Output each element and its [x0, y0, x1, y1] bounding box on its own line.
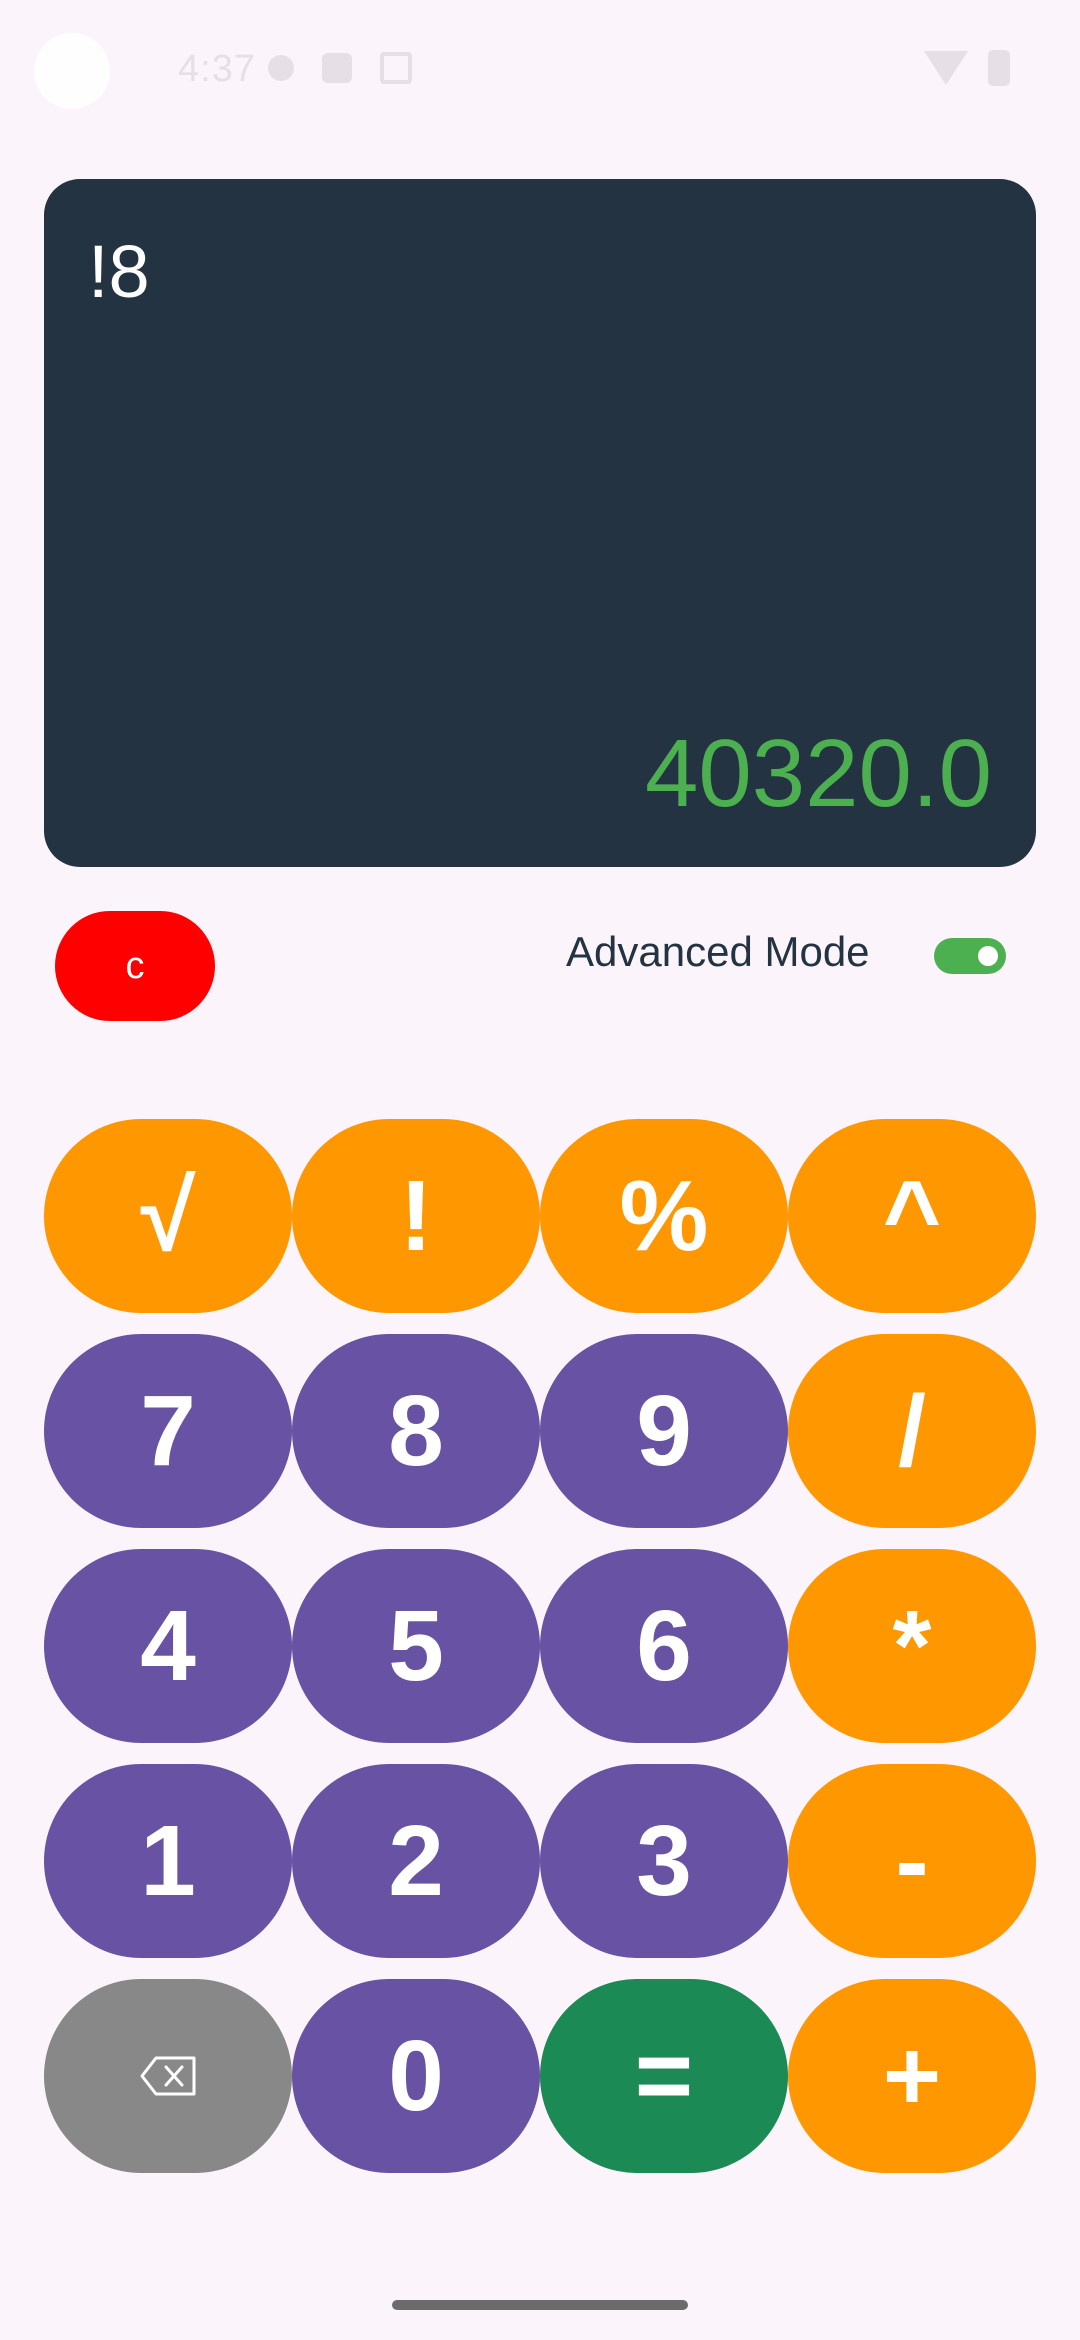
divide-key[interactable]: / [788, 1334, 1036, 1528]
notification-icon [268, 55, 294, 81]
multiply-key[interactable]: * [788, 1549, 1036, 1743]
power-key[interactable]: ^ [788, 1119, 1036, 1313]
factorial-key[interactable]: ! [292, 1119, 540, 1313]
equals-key[interactable]: = [540, 1979, 788, 2173]
advanced-mode-toggle[interactable] [934, 938, 1006, 974]
status-bar: 4:37 [0, 0, 1080, 140]
toggle-knob [978, 946, 998, 966]
calculator-display: !8 40320.0 [44, 179, 1036, 867]
status-icons-right [924, 50, 1010, 86]
sim-icon [322, 53, 352, 83]
camera-cutout [34, 33, 110, 109]
status-icons-left [268, 52, 412, 84]
plus-key[interactable]: + [788, 1979, 1036, 2173]
sqrt-key[interactable]: √ [44, 1119, 292, 1313]
digit-0-key[interactable]: 0 [292, 1979, 540, 2173]
digit-4-key[interactable]: 4 [44, 1549, 292, 1743]
clear-button[interactable]: c [55, 911, 215, 1021]
digit-3-key[interactable]: 3 [540, 1764, 788, 1958]
digit-9-key[interactable]: 9 [540, 1334, 788, 1528]
backspace-icon [140, 2056, 196, 2096]
wifi-icon [924, 51, 968, 85]
screenshot-icon [380, 52, 412, 84]
percent-key[interactable]: % [540, 1119, 788, 1313]
expression-text: !8 [88, 230, 150, 313]
digit-1-key[interactable]: 1 [44, 1764, 292, 1958]
digit-7-key[interactable]: 7 [44, 1334, 292, 1528]
result-text: 40320.0 [644, 720, 992, 827]
advanced-mode-label: Advanced Mode [566, 928, 870, 975]
minus-key[interactable]: - [788, 1764, 1036, 1958]
keypad: √ ! % ^ 7 8 9 / 4 5 6 * 1 2 3 - 0 = + [44, 1119, 1036, 2173]
digit-5-key[interactable]: 5 [292, 1549, 540, 1743]
backspace-key[interactable] [44, 1979, 292, 2173]
battery-icon [988, 50, 1010, 86]
digit-8-key[interactable]: 8 [292, 1334, 540, 1528]
digit-6-key[interactable]: 6 [540, 1549, 788, 1743]
home-indicator[interactable] [392, 2300, 688, 2310]
digit-2-key[interactable]: 2 [292, 1764, 540, 1958]
status-time: 4:37 [178, 48, 256, 90]
